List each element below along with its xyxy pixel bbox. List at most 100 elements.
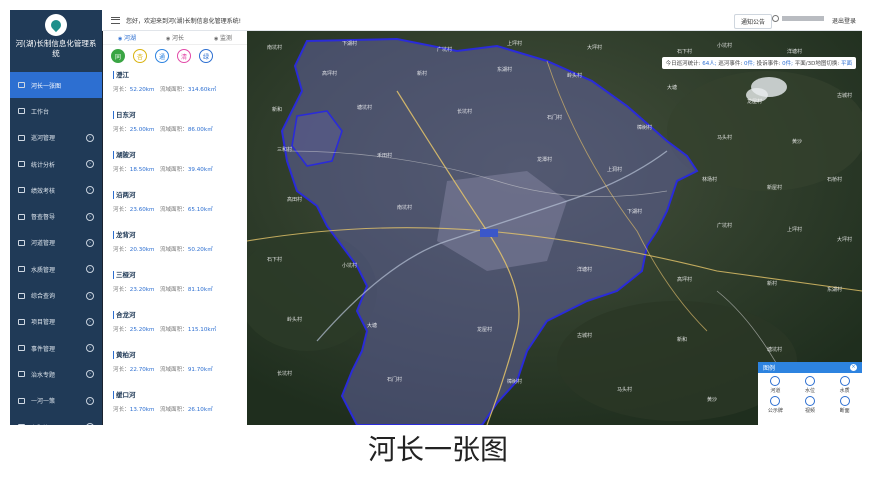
- map-place-label: 新村: [417, 70, 427, 77]
- legend-item-icon: [804, 396, 815, 406]
- river-list-item[interactable]: 合龙河 河长：25.20km 流域面积：115.10k㎡: [103, 307, 247, 347]
- sidebar-item[interactable]: 治水专题 ›: [10, 361, 102, 387]
- sidebar-item-label: 河长一张图: [31, 82, 62, 90]
- river-name: 缓口河: [113, 391, 247, 399]
- legend-item-label: 水位: [804, 388, 815, 394]
- river-list-item[interactable]: 三桠河 河长：23.20km 流域面积：81.10k㎡: [103, 267, 247, 307]
- legend-item-icon: [839, 376, 850, 386]
- map-place-label: 岭头村: [287, 316, 302, 323]
- nav-item-icon: [18, 371, 25, 378]
- legend-item-label: 水质: [839, 388, 850, 394]
- map-place-label: 高坪村: [677, 276, 692, 283]
- river-length-label: 河长：: [113, 167, 130, 173]
- panel-tab[interactable]: 河湖: [118, 33, 136, 42]
- map-place-label: 广坑村: [437, 46, 452, 53]
- river-area-label: 流域面积：: [159, 367, 188, 373]
- legend-item-icon: [770, 396, 781, 406]
- logout-link[interactable]: 退出登录: [832, 16, 856, 25]
- sidebar-item[interactable]: 河道管理 ›: [10, 230, 102, 256]
- map-place-label: 禾田村: [377, 152, 392, 159]
- filter-chip[interactable]: 绿: [199, 49, 213, 63]
- legend-item[interactable]: 断面: [827, 396, 862, 414]
- sidebar-item[interactable]: 专题管理 ›: [10, 414, 102, 425]
- nav-item-icon: [18, 397, 25, 404]
- chevron-right-icon: ›: [86, 291, 94, 300]
- map-place-label: 龙屋村: [747, 98, 762, 105]
- river-stats: 河长：20.30km 流域面积：50.20k㎡: [113, 245, 247, 253]
- sidebar-item[interactable]: 统计分析 ›: [10, 151, 102, 177]
- menu-toggle-icon[interactable]: [111, 16, 120, 24]
- map-place-label: 下湖村: [627, 208, 642, 215]
- filter-chip[interactable]: 同: [111, 49, 125, 63]
- river-area: 314.60k㎡: [187, 87, 217, 93]
- river-area: 86.00k㎡: [187, 127, 213, 133]
- filter-chip[interactable]: 通: [155, 49, 169, 63]
- map-place-label: 石下村: [677, 48, 692, 55]
- patrol-event-label: 巡河事件:: [718, 61, 743, 67]
- river-list-item[interactable]: 日东河 河长：25.00km 流域面积：86.00k㎡: [103, 107, 247, 147]
- map-place-label: 上坪村: [507, 40, 522, 47]
- legend-item[interactable]: 水位: [793, 376, 828, 394]
- map-place-label: 塘坑村: [767, 346, 782, 353]
- figure-caption: 河长一张图: [367, 433, 508, 466]
- legend-item[interactable]: 河道: [758, 376, 793, 394]
- legend-item[interactable]: 视频: [793, 396, 828, 414]
- river-list-item[interactable]: 湖陂河 河长：18.50km 流域面积：39.40k㎡: [103, 147, 247, 187]
- river-list-item[interactable]: 澄江河长：52.20km 流域面积：314.60k㎡: [103, 67, 247, 107]
- map-mode-toggle[interactable]: 平面: [841, 61, 852, 67]
- river-list-item[interactable]: 沿两河 河长：23.60km 流域面积：65.10k㎡: [103, 187, 247, 227]
- river-length-label: 河长：: [113, 327, 130, 333]
- filter-chip[interactable]: 清: [177, 49, 191, 63]
- legend-item[interactable]: 水质: [827, 376, 862, 394]
- river-list-item[interactable]: 龙背河河长：20.30km 流域面积：50.20k㎡: [103, 227, 247, 267]
- notice-button[interactable]: 通知公告: [733, 14, 772, 29]
- top-bar: 您好，欢迎来到河(湖)长制信息化管理系统! 通知公告 退出登录: [102, 10, 862, 31]
- nav-item-icon: [18, 161, 25, 168]
- river-list: 澄江河长：52.20km 流域面积：314.60k㎡日东河 河长：25.00km …: [103, 67, 247, 425]
- chevron-right-icon: ›: [86, 186, 94, 195]
- river-stats: 河长：52.20km 流域面积：314.60k㎡: [113, 85, 247, 93]
- river-length: 25.00km: [129, 127, 155, 133]
- today-patrol-label: 今日巡河统计:: [665, 61, 701, 67]
- legend-item[interactable]: 公示牌: [758, 396, 793, 414]
- complaint-label: 投诉事件:: [756, 61, 781, 67]
- river-length-label: 河长：: [113, 87, 130, 93]
- sidebar-item[interactable]: 水质管理 ›: [10, 256, 102, 282]
- panel-tab[interactable]: 监测: [214, 33, 232, 42]
- legend-close-icon[interactable]: ×: [850, 364, 857, 371]
- chevron-right-icon: ›: [86, 396, 94, 405]
- sidebar-item[interactable]: 绩效考核 ›: [10, 177, 102, 203]
- filter-chip[interactable]: 杏: [133, 49, 147, 63]
- river-stats: 河长：22.70km 流域面积：91.70k㎡: [113, 365, 247, 373]
- river-list-item[interactable]: 缓口河 河长：13.70km 流域面积：26.10k㎡: [103, 387, 247, 425]
- user-menu[interactable]: [772, 15, 824, 22]
- patrol-stats-bar: 今日巡河统计: 64人; 巡河事件: 0件; 投诉事件: 0件; 平面/3D地图…: [661, 57, 856, 69]
- nav-item-icon: [18, 345, 25, 352]
- sidebar-item[interactable]: 项目管理 ›: [10, 309, 102, 335]
- sidebar-item-label: 河道管理: [31, 240, 56, 248]
- panel-tab[interactable]: 河长: [166, 33, 184, 42]
- map-place-label: 马头村: [617, 386, 632, 393]
- river-name: 龙背河: [113, 231, 247, 239]
- legend-item-label: 断面: [839, 408, 850, 414]
- sidebar-item[interactable]: 河长一张图: [10, 72, 102, 99]
- sidebar-item[interactable]: 一河一策 ›: [10, 388, 102, 414]
- sidebar: 河(湖)长制信息化管理系统 河长一张图 工作台 巡河管理 › 统计分析 › 绩效考核 › 督查督…: [10, 10, 102, 425]
- sidebar-item[interactable]: 巡河管理 ›: [10, 125, 102, 151]
- sidebar-item[interactable]: 综合查询 ›: [10, 282, 102, 308]
- sidebar-item[interactable]: 督查督导 ›: [10, 203, 102, 229]
- river-name: 黄柏河: [113, 351, 247, 359]
- map-place-label: 广坑村: [717, 222, 732, 229]
- legend-item-label: 公示牌: [767, 408, 783, 414]
- legend-item-label: 视频: [804, 408, 815, 414]
- river-name: 澄江: [113, 71, 247, 79]
- map-place-label: 洋塘村: [787, 48, 802, 55]
- map-place-label: 马头村: [717, 134, 732, 141]
- map-place-label: 新屋村: [767, 184, 782, 191]
- river-list-item[interactable]: 黄柏河河长：22.70km 流域面积：91.70k㎡: [103, 347, 247, 387]
- nav-item-icon: [18, 266, 25, 273]
- sidebar-item[interactable]: 工作台: [10, 98, 102, 124]
- map-place-label: 黄沙: [792, 138, 802, 145]
- sidebar-item[interactable]: 事件管理 ›: [10, 335, 102, 361]
- legend-item-icon: [839, 396, 850, 406]
